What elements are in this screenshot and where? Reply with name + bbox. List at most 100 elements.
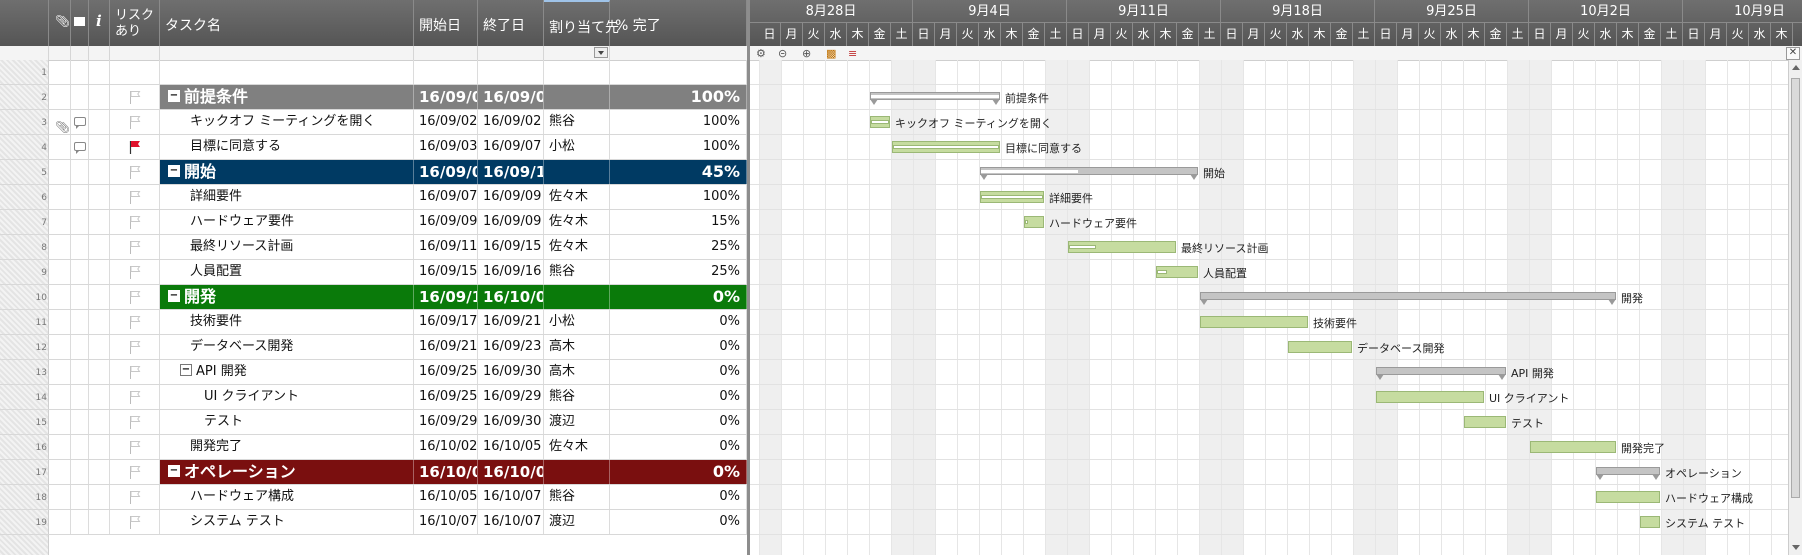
comment-cell[interactable] <box>71 135 89 159</box>
collapse-icon[interactable]: − <box>168 289 180 302</box>
comment-cell[interactable] <box>71 410 89 434</box>
close-icon[interactable]: ✕ <box>1786 47 1800 60</box>
assigned-cell[interactable]: 佐々木 <box>544 235 610 259</box>
risk-flag-icon[interactable] <box>129 165 141 179</box>
risk-flag-icon[interactable] <box>129 90 141 104</box>
risk-flag-icon[interactable] <box>129 415 141 429</box>
risk-flag-icon-active[interactable] <box>129 140 141 154</box>
risk-flag-icon[interactable] <box>129 215 141 229</box>
end-cell[interactable]: 16/10/05 <box>478 285 544 309</box>
end-cell[interactable]: 16/10/07 <box>478 460 544 484</box>
info-cell[interactable] <box>89 310 110 334</box>
end-cell[interactable]: 16/09/09 <box>478 210 544 234</box>
table-row[interactable]: 2 −前提条件 16/09/02 16/09/07 100% <box>0 85 747 110</box>
start-cell[interactable]: 16/09/07 <box>414 160 478 184</box>
end-cell[interactable]: 16/10/07 <box>478 485 544 509</box>
start-cell[interactable]: 16/09/25 <box>414 385 478 409</box>
risk-cell[interactable] <box>110 460 160 484</box>
end-cell[interactable]: 16/09/16 <box>478 160 544 184</box>
comment-cell[interactable] <box>71 385 89 409</box>
table-row[interactable]: 3 📎︎ キックオフ ミーティングを開く 16/09/02 16/09/02 熊谷 100% <box>0 110 747 135</box>
attach-cell[interactable] <box>49 210 71 234</box>
start-cell[interactable]: 16/09/09 <box>414 210 478 234</box>
risk-cell[interactable] <box>110 60 160 84</box>
start-cell[interactable]: 16/09/29 <box>414 410 478 434</box>
task-cell[interactable]: 詳細要件 <box>160 185 414 209</box>
pct-cell[interactable]: 25% <box>610 260 747 284</box>
start-date-header[interactable]: 開始日 <box>414 0 478 46</box>
pct-cell[interactable]: 0% <box>610 310 747 334</box>
end-cell[interactable]: 16/09/30 <box>478 410 544 434</box>
task-cell[interactable]: − API 開発 <box>160 360 414 384</box>
end-cell[interactable]: 16/09/02 <box>478 110 544 134</box>
risk-flag-icon[interactable] <box>129 315 141 329</box>
pct-cell[interactable]: 100% <box>610 135 747 159</box>
risk-cell[interactable] <box>110 335 160 359</box>
risk-flag-icon[interactable] <box>129 440 141 454</box>
end-cell[interactable]: 16/10/07 <box>478 510 544 534</box>
risk-cell[interactable] <box>110 285 160 309</box>
risk-flag-icon[interactable] <box>129 115 141 129</box>
task-cell[interactable]: − 開発 <box>160 285 414 309</box>
info-cell[interactable] <box>89 410 110 434</box>
risk-flag-icon[interactable] <box>129 490 141 504</box>
assigned-cell[interactable] <box>544 460 610 484</box>
risk-header[interactable]: リスク あり <box>110 0 160 46</box>
comment-icon[interactable] <box>74 117 86 129</box>
attach-cell[interactable] <box>49 135 71 159</box>
start-cell[interactable]: 16/10/05 <box>414 485 478 509</box>
info-header[interactable]: i <box>89 0 110 46</box>
zoom-out-icon[interactable]: ⊝ <box>778 47 787 60</box>
task-bar[interactable] <box>1200 316 1308 328</box>
task-cell[interactable] <box>160 60 414 84</box>
attach-cell[interactable] <box>49 435 71 459</box>
attach-cell[interactable] <box>49 260 71 284</box>
task-bar[interactable] <box>892 141 1000 153</box>
end-cell[interactable]: 16/09/15 <box>478 235 544 259</box>
assigned-cell[interactable]: 熊谷 <box>544 485 610 509</box>
task-bar[interactable] <box>1156 266 1198 278</box>
assigned-cell[interactable]: 高木 <box>544 335 610 359</box>
table-row[interactable]: 13 − API 開発 16/09/25 16/09/30 高木 0% <box>0 360 747 385</box>
assigned-cell[interactable]: 渡辺 <box>544 410 610 434</box>
attach-cell[interactable] <box>49 485 71 509</box>
task-bar[interactable] <box>1068 241 1176 253</box>
collapse-icon[interactable]: − <box>168 464 180 477</box>
pct-cell[interactable]: 45% <box>610 160 747 184</box>
risk-cell[interactable] <box>110 235 160 259</box>
assigned-cell[interactable]: 小松 <box>544 135 610 159</box>
attach-cell[interactable] <box>49 410 71 434</box>
risk-cell[interactable] <box>110 360 160 384</box>
assigned-cell[interactable]: 渡辺 <box>544 510 610 534</box>
task-bar[interactable] <box>1530 441 1616 453</box>
task-cell[interactable]: ハードウェア構成 <box>160 485 414 509</box>
table-row[interactable]: 12 データベース開発 16/09/21 16/09/23 高木 0% <box>0 335 747 360</box>
table-row[interactable]: 10 −開発 16/09/17 16/10/05 0% <box>0 285 747 310</box>
risk-flag-icon[interactable] <box>129 465 141 479</box>
chart-icon[interactable]: ▩ <box>826 47 836 60</box>
paperclip-icon[interactable]: 📎︎ <box>55 115 70 134</box>
comment-icon[interactable] <box>74 142 86 154</box>
table-row[interactable]: 5 −開始 16/09/07 16/09/16 45% <box>0 160 747 185</box>
end-cell[interactable]: 16/09/29 <box>478 385 544 409</box>
info-cell[interactable] <box>89 85 110 109</box>
risk-flag-icon[interactable] <box>129 365 141 379</box>
zoom-in-icon[interactable]: ⊕ <box>802 47 811 60</box>
attach-cell[interactable] <box>49 160 71 184</box>
assigned-cell[interactable]: 熊谷 <box>544 110 610 134</box>
task-cell[interactable]: − 開始 <box>160 160 414 184</box>
info-cell[interactable] <box>89 335 110 359</box>
pct-cell[interactable]: 25% <box>610 235 747 259</box>
assigned-cell[interactable]: 高木 <box>544 360 610 384</box>
task-cell[interactable]: システム テスト <box>160 510 414 534</box>
percent-complete-header[interactable]: % 完了 <box>610 0 747 46</box>
attach-cell[interactable] <box>49 60 71 84</box>
assigned-cell[interactable]: 佐々木 <box>544 185 610 209</box>
task-bar[interactable] <box>870 116 890 128</box>
risk-cell[interactable] <box>110 385 160 409</box>
end-cell[interactable]: 16/09/30 <box>478 360 544 384</box>
table-row[interactable]: 8 最終リソース計画 16/09/11 16/09/15 佐々木 25% <box>0 235 747 260</box>
assigned-cell[interactable] <box>544 160 610 184</box>
comment-cell[interactable] <box>71 435 89 459</box>
end-date-header[interactable]: 終了日 <box>478 0 544 46</box>
